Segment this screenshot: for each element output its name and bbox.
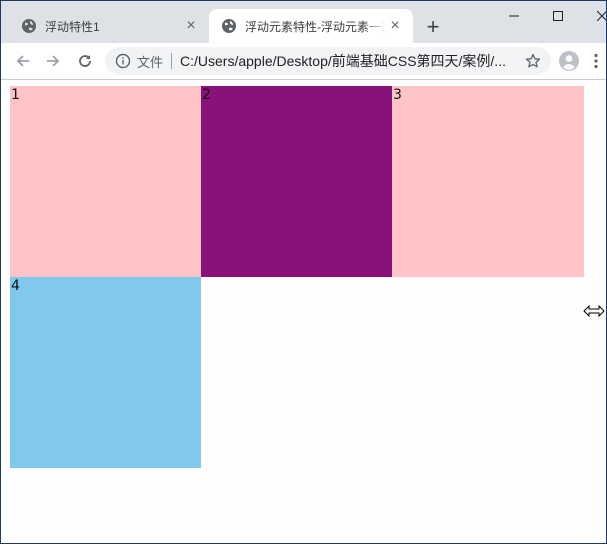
maximize-icon bbox=[553, 11, 563, 21]
box-label: 3 bbox=[393, 87, 402, 103]
reload-icon bbox=[79, 55, 91, 67]
box-label: 4 bbox=[11, 278, 20, 294]
info-icon[interactable] bbox=[115, 53, 131, 69]
forward-button[interactable] bbox=[39, 47, 67, 75]
profile-icon[interactable] bbox=[559, 51, 579, 71]
float-box-3: 3 bbox=[392, 86, 584, 277]
minimize-icon bbox=[509, 15, 519, 17]
tab-active[interactable]: 浮动元素特性-浮动元素一行显示 × bbox=[209, 9, 413, 43]
tab-title: 浮动特性1 bbox=[45, 19, 100, 34]
window-minimize-button[interactable] bbox=[491, 1, 537, 31]
star-icon bbox=[525, 53, 541, 68]
page-content: 1 2 3 4 bbox=[1, 80, 606, 543]
window-close-button[interactable] bbox=[579, 1, 606, 31]
url-text[interactable]: C:/Users/apple/Desktop/前端基础CSS第四天/案例/... bbox=[180, 51, 523, 71]
bookmark-star-button[interactable] bbox=[523, 51, 543, 71]
address-bar[interactable]: 文件 C:/Users/apple/Desktop/前端基础CSS第四天/案例/… bbox=[105, 47, 551, 75]
omnibox-divider bbox=[171, 53, 173, 69]
security-chip[interactable]: 文件 bbox=[137, 52, 163, 71]
browser-window: 浮动特性1 × 浮动元素特性-浮动元素一行显示 × + bbox=[1, 1, 606, 543]
kebab-menu-icon bbox=[594, 53, 598, 69]
tab-close-icon[interactable]: × bbox=[385, 16, 405, 36]
arrow-left-icon bbox=[16, 55, 29, 67]
browser-toolbar: 文件 C:/Users/apple/Desktop/前端基础CSS第四天/案例/… bbox=[1, 43, 606, 80]
back-button[interactable] bbox=[9, 47, 37, 75]
float-box-4: 4 bbox=[10, 277, 201, 468]
window-maximize-button[interactable] bbox=[535, 1, 581, 31]
box-label: 1 bbox=[11, 87, 20, 103]
tab-close-icon[interactable]: × bbox=[181, 16, 201, 36]
globe-icon bbox=[222, 19, 236, 33]
float-box-1: 1 bbox=[10, 86, 201, 277]
reload-button[interactable] bbox=[71, 47, 99, 75]
tab-strip: 浮动特性1 × 浮动元素特性-浮动元素一行显示 × + bbox=[1, 1, 606, 43]
float-box-2: 2 bbox=[201, 86, 392, 277]
arrow-right-icon bbox=[47, 55, 60, 67]
resize-horizontal-cursor-icon bbox=[583, 305, 605, 317]
globe-icon bbox=[22, 19, 36, 33]
close-icon bbox=[597, 11, 606, 21]
box-label: 2 bbox=[202, 87, 211, 103]
browser-menu-button[interactable] bbox=[591, 51, 601, 71]
new-tab-button[interactable]: + bbox=[421, 14, 445, 39]
tab-inactive[interactable]: 浮动特性1 × bbox=[9, 9, 209, 43]
tab-title: 浮动元素特性-浮动元素一行显示 bbox=[245, 19, 385, 34]
